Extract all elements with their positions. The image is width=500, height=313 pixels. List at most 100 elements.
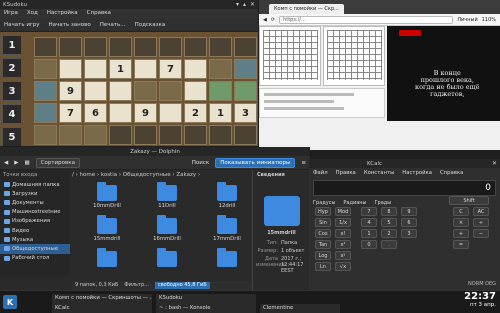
- menu-settings[interactable]: Настройка: [47, 10, 78, 18]
- show-previews-button[interactable]: Показывать миниатюры: [215, 157, 296, 168]
- sudoku-cell[interactable]: [84, 125, 107, 145]
- sudoku-cell[interactable]: [109, 103, 132, 123]
- sudoku-cell[interactable]: [34, 59, 57, 79]
- sudoku-cell[interactable]: 7: [59, 103, 82, 123]
- screenshot-thumb-sudoku-2[interactable]: [323, 26, 385, 86]
- back-icon[interactable]: ◀: [263, 17, 267, 23]
- place-machine[interactable]: Машинostreetние: [0, 208, 70, 217]
- folder-item[interactable]: [80, 248, 134, 269]
- sudoku-cell[interactable]: [84, 81, 107, 101]
- sudoku-cell[interactable]: [209, 37, 232, 57]
- calc-fn-button[interactable]: Hyp: [315, 207, 331, 216]
- sudoku-cell[interactable]: [209, 125, 232, 145]
- reader-label[interactable]: Личный: [457, 17, 477, 23]
- video-player[interactable]: В конце прошлого века, когда не было ещё…: [387, 26, 500, 121]
- folder-item[interactable]: 10mmDrill: [80, 182, 134, 209]
- close-icon[interactable]: ✕: [250, 1, 255, 8]
- calc-digit-button[interactable]: 8: [381, 207, 397, 216]
- place-music[interactable]: Музыка: [0, 235, 70, 244]
- task-kcalc[interactable]: KCalc: [52, 304, 152, 313]
- menu-edit[interactable]: Правка: [336, 170, 356, 176]
- calc-digit-button[interactable]: 9: [401, 207, 417, 216]
- reload-icon[interactable]: ⟳: [271, 17, 275, 23]
- place-downloads[interactable]: Загрузки: [0, 189, 70, 198]
- tab-active[interactable]: Комп с помойки — Скр...: [269, 4, 344, 14]
- number-2[interactable]: 2: [2, 58, 22, 78]
- breadcrumb[interactable]: / › home › kostia › Общедоступные › Zaka…: [72, 172, 250, 182]
- folder-item[interactable]: [140, 248, 194, 269]
- sudoku-cell[interactable]: [184, 81, 207, 101]
- calc-fn-button[interactable]: Mod: [335, 207, 351, 216]
- folder-item[interactable]: 16mmDrill: [140, 215, 194, 242]
- place-documents[interactable]: Документы: [0, 198, 70, 207]
- calc-fn-button[interactable]: xʸ: [335, 251, 351, 260]
- maximize-icon[interactable]: ▴: [243, 1, 246, 8]
- menu-help[interactable]: Справка: [440, 170, 463, 176]
- sudoku-cell[interactable]: [109, 125, 132, 145]
- radio-grads[interactable]: Грады: [374, 200, 391, 206]
- calc-digit-button[interactable]: 1: [361, 229, 377, 238]
- calc-fn-button[interactable]: x!: [335, 229, 351, 238]
- number-3[interactable]: 3: [2, 81, 22, 101]
- calc-fn-button[interactable]: x²: [335, 240, 351, 249]
- restart-button[interactable]: Начать заново: [49, 22, 91, 28]
- sudoku-cell[interactable]: [159, 125, 182, 145]
- calc-op-button[interactable]: +: [453, 229, 469, 238]
- calc-fn-button[interactable]: Sin: [315, 218, 331, 227]
- calc-op-button[interactable]: C: [453, 207, 469, 216]
- sudoku-cell[interactable]: [184, 125, 207, 145]
- screenshot-thumb-sudoku[interactable]: [259, 26, 321, 86]
- calc-digit-button[interactable]: 2: [381, 229, 397, 238]
- sudoku-cell[interactable]: 6: [84, 103, 107, 123]
- radio-degrees[interactable]: Градусы: [313, 200, 335, 206]
- calc-digit-button[interactable]: 5: [381, 218, 397, 227]
- calc-fn-button[interactable]: 1/x: [335, 218, 351, 227]
- sort-button[interactable]: Сортировка: [35, 157, 80, 168]
- sudoku-cell[interactable]: [59, 59, 82, 79]
- sudoku-cell[interactable]: [59, 125, 82, 145]
- calc-op-button[interactable]: AC: [473, 207, 489, 216]
- sudoku-cell[interactable]: 1: [209, 103, 232, 123]
- sudoku-cell[interactable]: [184, 37, 207, 57]
- sudoku-cell[interactable]: [134, 125, 157, 145]
- folder-item[interactable]: 17mmDrill: [200, 215, 254, 242]
- place-desktop[interactable]: Рабочий стол: [0, 254, 70, 263]
- calc-op-button[interactable]: −: [473, 229, 489, 238]
- clock[interactable]: 22:37 пт 3 апр.: [464, 291, 496, 308]
- application-launcher-icon[interactable]: K: [3, 295, 17, 309]
- url-field[interactable]: https://...: [279, 15, 454, 24]
- radio-radians[interactable]: Радианы: [343, 200, 366, 206]
- minimize-icon[interactable]: ▾: [236, 1, 239, 8]
- calc-op-button[interactable]: =: [453, 240, 469, 249]
- sudoku-cell[interactable]: [234, 81, 257, 101]
- view-icons-icon[interactable]: ▦: [24, 160, 29, 166]
- sudoku-cell[interactable]: [84, 59, 107, 79]
- calc-digit-button[interactable]: 4: [361, 218, 377, 227]
- number-1[interactable]: 1: [2, 35, 22, 55]
- sudoku-cell[interactable]: [109, 81, 132, 101]
- calc-digit-button[interactable]: .: [381, 240, 397, 249]
- place-public[interactable]: Общедоступные: [0, 244, 70, 254]
- task-firefox[interactable]: Комп с помойки — Скриншоты — ...: [52, 294, 152, 304]
- sudoku-cell[interactable]: [134, 81, 157, 101]
- new-game-button[interactable]: Начать игру: [4, 22, 40, 28]
- sudoku-cell[interactable]: [209, 59, 232, 79]
- sudoku-cell[interactable]: [184, 59, 207, 79]
- number-5[interactable]: 5: [2, 127, 22, 146]
- sudoku-cell[interactable]: [159, 37, 182, 57]
- sudoku-cell[interactable]: [109, 37, 132, 57]
- sudoku-cell[interactable]: 3: [234, 103, 257, 123]
- menu-settings[interactable]: Настройка: [402, 170, 432, 176]
- print-button[interactable]: Печать...: [100, 22, 126, 28]
- place-images[interactable]: Изображения: [0, 217, 70, 226]
- kcalc-titlebar[interactable]: KCalc ✕: [309, 159, 500, 168]
- folder-item[interactable]: [200, 248, 254, 269]
- sudoku-cell[interactable]: 2: [184, 103, 207, 123]
- task-clementine[interactable]: Clementine: [260, 304, 340, 313]
- sudoku-cell[interactable]: 9: [134, 103, 157, 123]
- sudoku-cell[interactable]: [159, 103, 182, 123]
- calc-digit-button[interactable]: 7: [361, 207, 377, 216]
- sudoku-cell[interactable]: [234, 59, 257, 79]
- menu-move[interactable]: Ход: [27, 10, 38, 18]
- sudoku-cell[interactable]: [84, 37, 107, 57]
